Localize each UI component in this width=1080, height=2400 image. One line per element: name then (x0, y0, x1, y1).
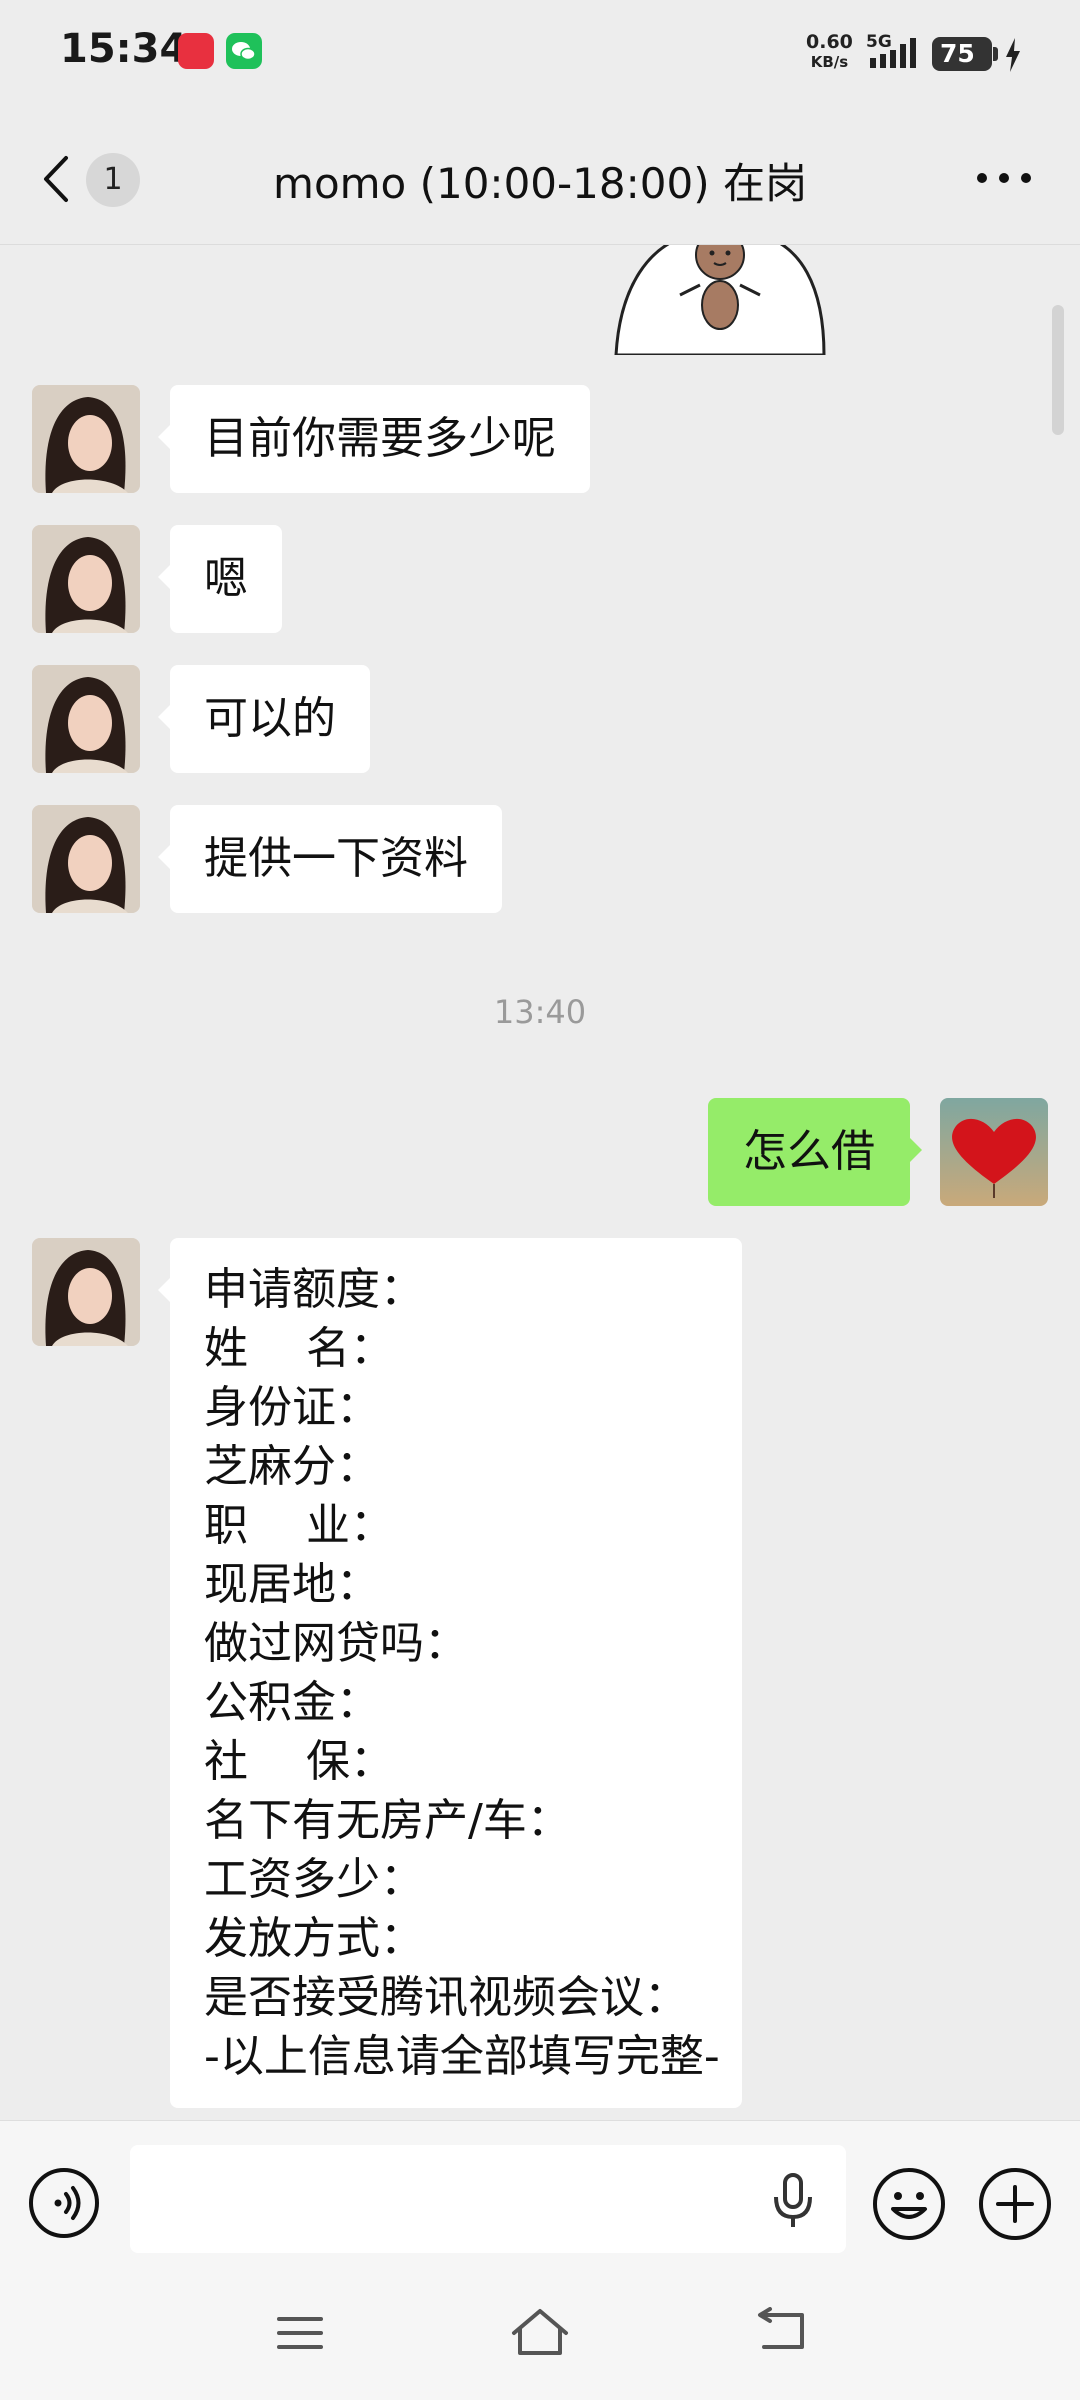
chat-header: 1 momo (10:00-18:00) 在岗 (0, 110, 1080, 245)
plus-icon[interactable] (978, 2167, 1052, 2241)
voice-icon[interactable] (28, 2167, 100, 2239)
message-bubble-outgoing[interactable]: 怎么借 (708, 1098, 922, 1206)
chevron-left-icon[interactable] (38, 154, 72, 204)
more-dots-icon[interactable] (974, 170, 1034, 186)
form-line: 芝麻分： (204, 1441, 380, 1492)
battery-level: 75 (940, 39, 975, 68)
message-bubble-incoming[interactable]: 目前你需要多少呢 (158, 385, 590, 493)
form-line: 身份证： (204, 1382, 380, 1433)
form-line: 申请额度： (204, 1264, 424, 1315)
charging-icon (1006, 38, 1020, 72)
contact-avatar[interactable] (32, 665, 140, 773)
battery-icon: 75 (932, 37, 998, 71)
mic-icon[interactable] (770, 2173, 816, 2229)
signal-icon (870, 38, 916, 68)
net-speed-unit: KB/s (810, 53, 849, 71)
message-timestamp: 13:40 (493, 993, 587, 1031)
back-nav-icon[interactable] (754, 2307, 806, 2353)
form-line: 工资多少： (204, 1854, 424, 1905)
message-bubble-incoming[interactable]: 嗯 (158, 525, 282, 633)
message-bubble-incoming-form[interactable]: 申请额度： 姓 名： 身份证： 芝麻分： 职 业： 现居地： 做过网贷吗： 公积… (158, 1238, 742, 2108)
chat-title: momo (10:00-18:00) 在岗 (273, 159, 807, 208)
message-bubble-incoming[interactable]: 提供一下资料 (158, 805, 502, 913)
contact-avatar[interactable] (32, 525, 140, 633)
net-speed: 0.60 KB/s (806, 32, 853, 72)
form-line: 现居地： (204, 1559, 380, 1610)
form-line: 发放方式： (204, 1913, 424, 1964)
chat-message-list[interactable]: 目前你需要多少呢 嗯 可以的 提供一下资料 13:40 怎么借 申请额度： 姓 … (0, 245, 1080, 2120)
contact-avatar[interactable] (32, 1238, 140, 1346)
form-line: 是否接受腾讯视频会议： (204, 1972, 688, 2023)
unread-count-badge[interactable]: 1 (86, 153, 140, 207)
contact-avatar[interactable] (32, 385, 140, 493)
net-speed-value: 0.60 (806, 31, 853, 53)
form-line: 职 业： (204, 1500, 394, 1551)
emoji-icon[interactable] (872, 2167, 946, 2241)
sticker-image (614, 245, 826, 355)
system-nav-bar (0, 2255, 1080, 2400)
status-time: 15:34 (60, 26, 188, 72)
status-bar: 15:34 0.60 KB/s 5G 75 (0, 0, 1080, 110)
message-input-bar (0, 2120, 1080, 2256)
form-line: 社 保： (204, 1736, 394, 1787)
wechat-app-icon (226, 33, 262, 69)
form-line: 做过网贷吗： (204, 1618, 468, 1669)
home-icon[interactable] (510, 2307, 570, 2357)
form-line: 公积金： (204, 1677, 380, 1728)
scrollbar-thumb[interactable] (1052, 305, 1064, 435)
menu-icon[interactable] (276, 2313, 324, 2353)
form-line: -以上信息请全部填写完整- (204, 2031, 720, 2082)
form-line: 姓 名： (204, 1323, 394, 1374)
form-line: 名下有无房产/车： (204, 1795, 571, 1846)
contact-avatar[interactable] (32, 805, 140, 913)
xiaohongshu-app-icon (178, 33, 214, 69)
message-bubble-incoming[interactable]: 可以的 (158, 665, 370, 773)
message-input[interactable] (130, 2145, 846, 2253)
my-avatar[interactable] (940, 1098, 1048, 1206)
